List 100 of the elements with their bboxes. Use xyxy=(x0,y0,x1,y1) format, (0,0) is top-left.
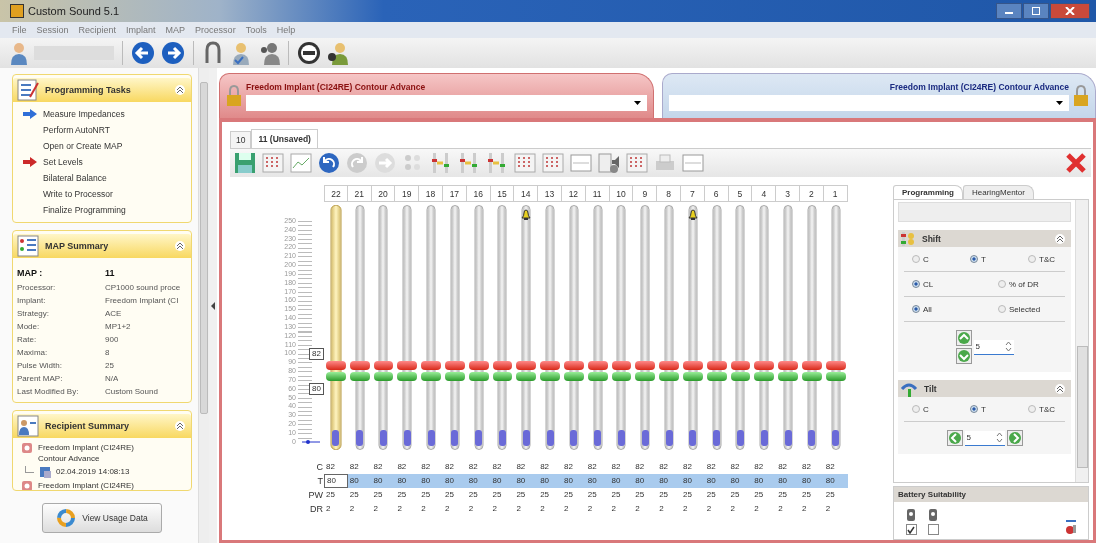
electrode-slider[interactable] xyxy=(563,205,584,450)
t-level-handle[interactable] xyxy=(682,372,703,382)
radio-button[interactable] xyxy=(970,405,978,413)
group-header[interactable]: Shift xyxy=(898,230,1071,247)
channel-number[interactable]: 14 xyxy=(514,185,539,202)
electrode-slider[interactable] xyxy=(516,205,537,450)
channel-number[interactable]: 13 xyxy=(538,185,562,202)
bottom-handle[interactable] xyxy=(451,430,459,446)
t-level-handle[interactable] xyxy=(754,372,775,382)
electrode-slider[interactable] xyxy=(587,205,608,450)
task-link[interactable]: Bilateral Balance xyxy=(43,173,107,183)
bottom-handle[interactable] xyxy=(713,430,721,446)
person-icon[interactable] xyxy=(327,41,349,65)
collapse-icon[interactable] xyxy=(175,241,185,251)
electrode-slider[interactable] xyxy=(611,205,632,450)
channel-number[interactable]: 3 xyxy=(776,185,800,202)
implant-tab[interactable]: Freedom Implant (CI24RE) Contour Advance xyxy=(661,73,1096,118)
c-level-handle[interactable] xyxy=(516,360,537,370)
spin-arrows-icon[interactable] xyxy=(1004,341,1012,352)
radio-button[interactable] xyxy=(970,255,978,263)
task-link[interactable]: Set Levels xyxy=(43,157,83,167)
c-level-handle[interactable] xyxy=(706,360,727,370)
c-level-handle[interactable] xyxy=(587,360,608,370)
electrode-slider[interactable] xyxy=(421,205,441,450)
bottom-handle[interactable] xyxy=(689,430,697,446)
t-level-handle[interactable] xyxy=(801,372,822,382)
task-link[interactable]: Measure Impedances xyxy=(43,109,125,119)
c-level-handle[interactable] xyxy=(468,360,489,370)
radio-button[interactable] xyxy=(912,305,920,313)
channel-number[interactable]: 11 xyxy=(585,185,610,202)
grid-icon[interactable] xyxy=(262,152,284,174)
electrode-slider[interactable] xyxy=(682,205,703,450)
checkbox[interactable] xyxy=(927,524,939,535)
c-level-handle[interactable] xyxy=(659,360,679,370)
bottom-handle[interactable] xyxy=(522,430,530,446)
speaker-icon[interactable] xyxy=(598,152,620,174)
section-header[interactable]: MAP Summary xyxy=(13,234,191,258)
radio-button[interactable] xyxy=(998,280,1006,288)
t-level-handle[interactable] xyxy=(587,372,608,382)
level-cell[interactable]: 80 xyxy=(823,474,848,488)
panel-icon[interactable] xyxy=(570,152,592,174)
t-level-handle[interactable] xyxy=(825,372,846,382)
radio-button[interactable] xyxy=(1028,405,1036,413)
level-cell[interactable]: 80 xyxy=(585,474,610,488)
minimize-button[interactable] xyxy=(996,3,1022,19)
channel-number[interactable]: 21 xyxy=(347,185,372,202)
bottom-handle[interactable] xyxy=(594,430,602,446)
view-usage-button[interactable]: View Usage Data xyxy=(42,503,162,533)
channel-number[interactable]: 19 xyxy=(395,185,420,202)
radio-option[interactable]: T xyxy=(970,404,1028,414)
level-cell[interactable]: 80 xyxy=(609,474,634,488)
bottom-handle[interactable] xyxy=(546,430,554,446)
t-level-handle[interactable] xyxy=(445,372,465,382)
radio-button[interactable] xyxy=(998,305,1006,313)
panel-tab[interactable]: HearingMentor xyxy=(963,185,1034,199)
bottom-handle[interactable] xyxy=(617,430,625,446)
c-level-handle[interactable] xyxy=(563,360,584,370)
electrode-slider[interactable] xyxy=(492,205,513,450)
electrode-slider[interactable] xyxy=(397,205,418,450)
spin-arrows-icon[interactable] xyxy=(995,432,1003,443)
electrode-slider[interactable] xyxy=(659,205,679,450)
save-icon[interactable] xyxy=(234,152,256,174)
c-level-handle[interactable] xyxy=(421,360,441,370)
channel-number[interactable]: 12 xyxy=(561,185,586,202)
slider-icon[interactable] xyxy=(458,152,480,174)
c-level-handle[interactable] xyxy=(635,360,656,370)
bottom-handle[interactable] xyxy=(760,430,768,446)
collapse-icon[interactable] xyxy=(1055,233,1065,244)
level-cell[interactable]: 80 xyxy=(347,474,372,488)
radio-option[interactable]: % of DR xyxy=(998,279,1075,289)
t-level-handle[interactable] xyxy=(397,372,418,382)
menu-item[interactable]: Tools xyxy=(245,25,267,35)
step-field[interactable]: 5 xyxy=(973,339,1014,355)
t-level-handle[interactable] xyxy=(635,372,656,382)
collapse-icon[interactable] xyxy=(1055,383,1065,394)
c-level-handle[interactable] xyxy=(445,360,465,370)
panel-icon[interactable] xyxy=(682,152,704,174)
radio-option[interactable]: All xyxy=(912,304,998,314)
c-level-handle[interactable] xyxy=(730,360,751,370)
down-arrow-icon[interactable] xyxy=(955,348,972,364)
level-cell[interactable]: 80 xyxy=(443,474,467,488)
electrode-slider[interactable] xyxy=(540,205,560,450)
bottom-handle[interactable] xyxy=(570,430,578,446)
task-link[interactable]: Finalize Programming xyxy=(43,205,126,215)
t-level-handle[interactable] xyxy=(730,372,751,382)
t-level-handle[interactable] xyxy=(611,372,632,382)
electrode-slider[interactable] xyxy=(778,205,798,450)
electrode-slider[interactable] xyxy=(373,205,394,450)
tree-item[interactable]: Freedom Implant (CI24RE) xyxy=(38,480,148,490)
channel-number[interactable]: 5 xyxy=(728,185,753,202)
bottom-handle[interactable] xyxy=(498,430,506,446)
channel-number[interactable]: 20 xyxy=(371,185,396,202)
electrode-slider[interactable] xyxy=(635,205,656,450)
channel-number[interactable]: 7 xyxy=(680,185,705,202)
channel-number[interactable]: 8 xyxy=(657,185,681,202)
scrollbar[interactable] xyxy=(198,68,209,543)
scrollbar[interactable] xyxy=(1075,200,1088,482)
c-level-handle[interactable] xyxy=(682,360,703,370)
left-arrow-icon[interactable] xyxy=(946,430,963,446)
radio-button[interactable] xyxy=(912,405,920,413)
